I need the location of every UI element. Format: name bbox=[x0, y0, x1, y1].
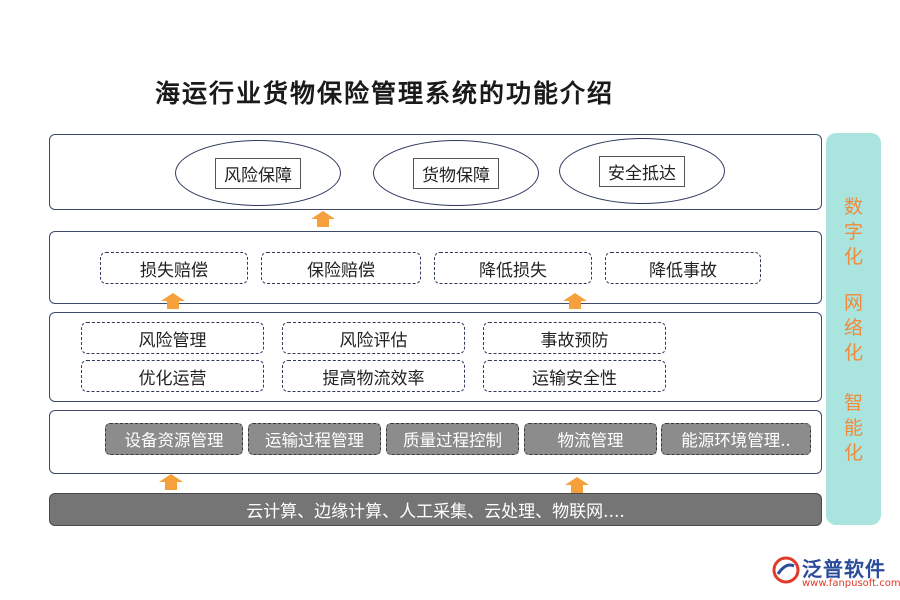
module-box-2: 运输过程管理 bbox=[248, 423, 381, 455]
up-arrow-icon bbox=[563, 293, 587, 309]
side-char: 智 bbox=[843, 392, 863, 414]
benefit-box-2: 保险赔偿 bbox=[261, 252, 421, 284]
up-arrow-icon bbox=[311, 211, 335, 227]
module-box-5: 能源环境管理.. bbox=[661, 423, 811, 455]
brand-logo: 泛普软件 www.fanpusoft.com bbox=[772, 553, 900, 593]
technology-base-bar: 云计算、边缘计算、人工采集、云处理、物联网.... bbox=[49, 493, 822, 526]
side-char: 能 bbox=[843, 417, 863, 439]
module-box-1: 设备资源管理 bbox=[105, 423, 243, 455]
side-char: 字 bbox=[843, 221, 863, 243]
side-char: 化 bbox=[843, 342, 863, 364]
side-char: 网 bbox=[843, 292, 863, 314]
goal-oval-3: 安全抵达 bbox=[559, 138, 725, 204]
function-box-6: 运输安全性 bbox=[483, 360, 666, 392]
brand-url: www.fanpusoft.com bbox=[802, 578, 900, 589]
goal-label-1: 风险保障 bbox=[215, 157, 301, 189]
up-arrow-icon bbox=[161, 293, 185, 309]
goal-oval-2: 货物保障 bbox=[373, 140, 539, 206]
side-panel: 数 字 化 网 络 化 智 能 化 bbox=[826, 133, 881, 525]
up-arrow-icon bbox=[159, 474, 183, 490]
function-box-3: 事故预防 bbox=[483, 322, 666, 354]
benefit-box-1: 损失赔偿 bbox=[100, 252, 248, 284]
module-box-3: 质量过程控制 bbox=[386, 423, 519, 455]
function-box-4: 优化运营 bbox=[81, 360, 264, 392]
function-box-5: 提高物流效率 bbox=[282, 360, 465, 392]
up-arrow-icon bbox=[565, 477, 589, 493]
side-char: 络 bbox=[843, 317, 863, 339]
side-char: 化 bbox=[843, 442, 863, 464]
function-box-1: 风险管理 bbox=[81, 322, 264, 354]
goal-label-2: 货物保障 bbox=[413, 157, 499, 189]
brand-logo-icon bbox=[772, 556, 800, 584]
page-title: 海运行业货物保险管理系统的功能介绍 bbox=[155, 79, 615, 108]
module-box-4: 物流管理 bbox=[524, 423, 657, 455]
function-box-2: 风险评估 bbox=[282, 322, 465, 354]
goal-label-3: 安全抵达 bbox=[599, 155, 685, 187]
goal-oval-1: 风险保障 bbox=[175, 140, 341, 206]
side-char: 化 bbox=[843, 246, 863, 268]
benefit-box-4: 降低事故 bbox=[605, 252, 761, 284]
benefit-box-3: 降低损失 bbox=[434, 252, 592, 284]
side-char: 数 bbox=[843, 196, 863, 218]
